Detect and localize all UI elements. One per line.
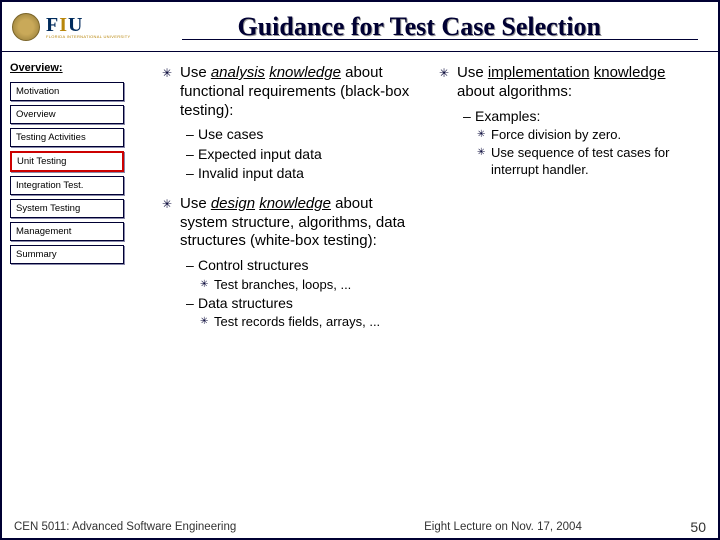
footer-page-number: 50: [666, 519, 706, 535]
logo-acronym: FIU: [46, 15, 131, 35]
sub-bullet: Examples:: [439, 108, 698, 126]
sidebar-item-integration-test[interactable]: Integration Test.: [10, 176, 124, 195]
sidebar-heading: Overview:: [10, 62, 124, 74]
slide-body: Overview: Motivation Overview Testing Ac…: [2, 52, 718, 516]
logo: FIU FLORIDA INTERNATIONAL UNIVERSITY: [12, 13, 131, 41]
slide-header: FIU FLORIDA INTERNATIONAL UNIVERSITY Gui…: [2, 2, 718, 52]
text: about algorithms:: [457, 83, 572, 100]
sub-bullet: Use cases: [162, 126, 421, 144]
sidebar-item-motivation[interactable]: Motivation: [10, 82, 124, 101]
text: Use: [457, 64, 488, 81]
bullet-design: Use design knowledge about system struct…: [162, 195, 421, 251]
text-underlined: knowledge: [269, 64, 341, 81]
sub-sub-bullet: Force division by zero.: [439, 127, 698, 143]
university-seal-icon: [12, 13, 40, 41]
sub-bullet: Invalid input data: [162, 165, 421, 183]
sidebar-item-system-testing[interactable]: System Testing: [10, 199, 124, 218]
sidebar-item-management[interactable]: Management: [10, 222, 124, 241]
text-underlined: implementation: [488, 64, 590, 81]
bullet-analysis: Use analysis knowledge about functional …: [162, 64, 421, 120]
sidebar-item-testing-activities[interactable]: Testing Activities: [10, 128, 124, 147]
sub-bullet: Expected input data: [162, 146, 421, 164]
sub-bullet: Data structures: [162, 295, 421, 313]
sidebar-item-unit-testing[interactable]: Unit Testing: [10, 151, 124, 172]
content-area: Use analysis knowledge about functional …: [132, 52, 718, 516]
slide-title: Guidance for Test Case Selection: [131, 12, 709, 42]
sub-sub-bullet: Test branches, loops, ...: [162, 277, 421, 293]
column-right: Use implementation knowledge about algor…: [439, 64, 698, 508]
column-left: Use analysis knowledge about functional …: [162, 64, 421, 508]
logo-text: FIU FLORIDA INTERNATIONAL UNIVERSITY: [46, 15, 131, 39]
text: Use: [180, 64, 211, 81]
sidebar-item-overview[interactable]: Overview: [10, 105, 124, 124]
title-underline: [182, 39, 698, 40]
text: Use: [180, 195, 211, 212]
footer-course: CEN 5011: Advanced Software Engineering: [14, 521, 340, 533]
sidebar: Overview: Motivation Overview Testing Ac…: [2, 52, 132, 516]
bullet-implementation: Use implementation knowledge about algor…: [439, 64, 698, 102]
logo-subtitle: FLORIDA INTERNATIONAL UNIVERSITY: [46, 35, 131, 39]
sub-sub-bullet: Use sequence of test cases for interrupt…: [439, 145, 698, 178]
footer-lecture: Eight Lecture on Nov. 17, 2004: [340, 521, 666, 533]
slide: FIU FLORIDA INTERNATIONAL UNIVERSITY Gui…: [0, 0, 720, 540]
text-underlined: design: [211, 195, 255, 212]
sub-sub-bullet: Test records fields, arrays, ...: [162, 314, 421, 330]
text-underlined: analysis: [211, 64, 265, 81]
text-underlined: knowledge: [259, 195, 331, 212]
text-underlined: knowledge: [594, 64, 666, 81]
sidebar-item-summary[interactable]: Summary: [10, 245, 124, 264]
sub-bullet: Control structures: [162, 257, 421, 275]
footer: CEN 5011: Advanced Software Engineering …: [2, 516, 718, 538]
